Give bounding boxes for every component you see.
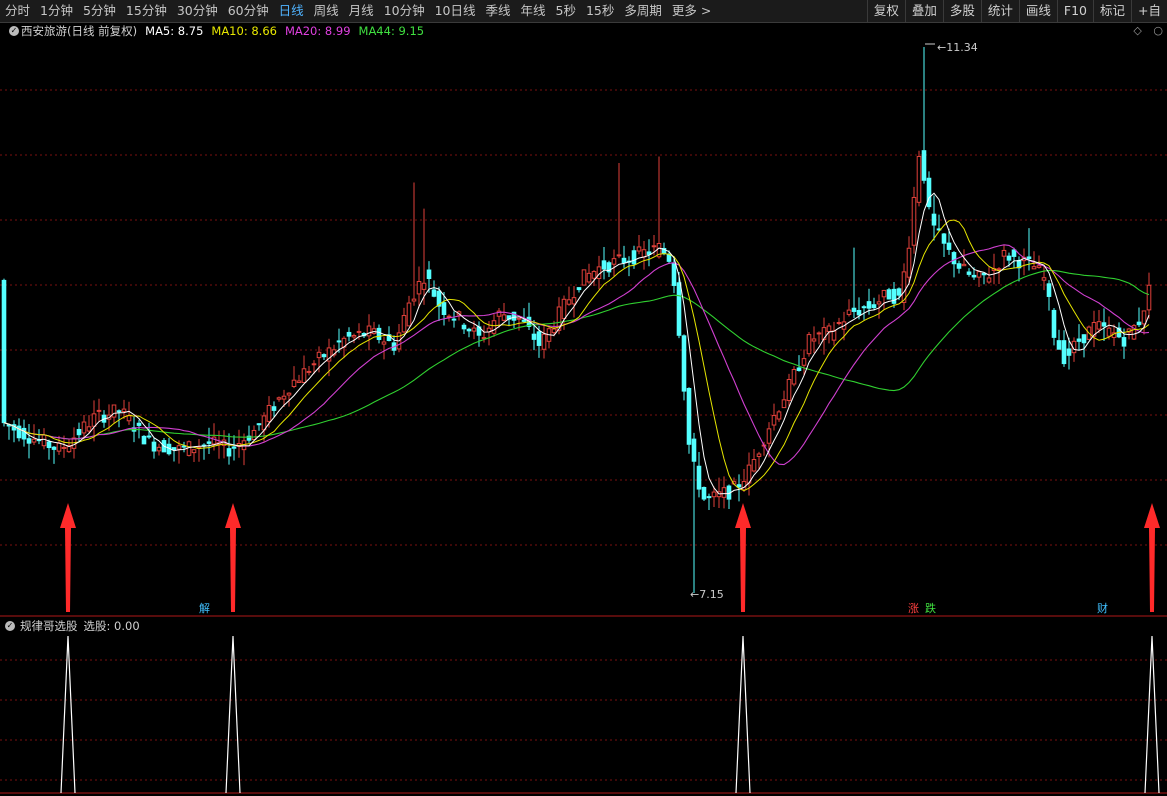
low-price-label: ←7.15	[690, 588, 724, 601]
timeframe-0[interactable]: 分时	[0, 0, 35, 22]
indicator-value: 选股: 0.00	[83, 619, 140, 633]
ma-value-2: MA20: 8.99	[284, 24, 351, 38]
main-legend: ✓ 西安旅游(日线 前复权) MA5: 8.75 MA10: 8.66 MA20: …	[3, 23, 432, 39]
candle	[141, 435, 147, 445]
timeframe-16[interactable]: 更多 >	[667, 0, 716, 22]
period-toolbar: 分时 1分钟 5分钟 15分钟 30分钟 60分钟 日线 周线 月线 10分钟 10日线 季线 年线 5秒…	[0, 0, 1167, 23]
candle	[681, 334, 687, 401]
signal-spike	[735, 635, 751, 794]
toolbar-button-2[interactable]: 多股	[942, 0, 981, 22]
timeframe-3[interactable]: 15分钟	[121, 0, 172, 22]
toolbar-button-5[interactable]: F10	[1056, 0, 1093, 22]
toolbar-button-1[interactable]: 叠加	[904, 0, 943, 22]
candle	[1, 278, 7, 427]
ma-value-0: MA5: 8.75	[145, 24, 204, 38]
timeframe-9[interactable]: 10分钟	[379, 0, 430, 22]
event-tag-1[interactable]: 涨	[905, 601, 922, 617]
indicator-legend: ✓ 规律哥选股 选股: 0.00	[3, 618, 140, 634]
indicator-name: 规律哥选股	[20, 619, 78, 633]
toolbar-button-0[interactable]: 复权	[866, 0, 905, 22]
candle	[916, 150, 922, 207]
toolbar-button-4[interactable]: 画线	[1018, 0, 1057, 22]
timeframe-15[interactable]: 多周期	[619, 0, 667, 22]
candle	[701, 486, 707, 501]
timeframe-7[interactable]: 周线	[309, 0, 344, 22]
circle-icon[interactable]: ○	[1153, 24, 1163, 37]
timeframe-14[interactable]: 15秒	[581, 0, 619, 22]
high-price-label: ←11.34	[937, 41, 978, 54]
candle	[886, 287, 892, 300]
event-tag-3[interactable]: 财	[1094, 601, 1111, 617]
candle	[1131, 323, 1137, 341]
ma-values: MA5: 8.75 MA10: 8.66 MA20: 8.99 MA44: 9.15	[145, 24, 432, 38]
timeframe-12[interactable]: 年线	[516, 0, 551, 22]
settings-icon[interactable]: ✓	[5, 621, 15, 631]
timeframe-5[interactable]: 60分钟	[223, 0, 274, 22]
toolbar-button-7[interactable]: +自	[1131, 0, 1167, 22]
kline-chart[interactable]: ←11.34 ←7.15	[0, 0, 1167, 796]
timeframe-6[interactable]: 日线	[274, 0, 309, 22]
diamond-icon[interactable]: ◇	[1133, 24, 1141, 37]
ma-value-3: MA44: 9.15	[358, 24, 425, 38]
candle	[806, 331, 812, 357]
timeframe-13[interactable]: 5秒	[551, 0, 581, 22]
candle	[581, 269, 587, 286]
main-panel	[0, 22, 1167, 616]
toolbar-button-3[interactable]: 统计	[980, 0, 1019, 22]
settings-icon[interactable]: ✓	[9, 26, 19, 36]
stock-title: 西安旅游(日线 前复权)	[21, 24, 138, 38]
timeframe-11[interactable]: 季线	[481, 0, 516, 22]
candle	[686, 387, 692, 454]
candle	[791, 366, 797, 387]
chart-controls: ◇ ○	[1125, 24, 1163, 37]
timeframe-10[interactable]: 10日线	[430, 0, 481, 22]
timeframe-1[interactable]: 1分钟	[35, 0, 78, 22]
signal-spike	[225, 635, 241, 794]
toolbar-button-6[interactable]: 标记	[1093, 0, 1131, 22]
timeframe-2[interactable]: 5分钟	[78, 0, 121, 22]
timeframe-8[interactable]: 月线	[344, 0, 379, 22]
signal-spike	[60, 635, 76, 794]
event-tag-2[interactable]: 跌	[922, 601, 939, 617]
timeframe-4[interactable]: 30分钟	[172, 0, 223, 22]
ma-value-1: MA10: 8.66	[211, 24, 277, 38]
event-tag-0[interactable]: 解	[196, 601, 213, 617]
